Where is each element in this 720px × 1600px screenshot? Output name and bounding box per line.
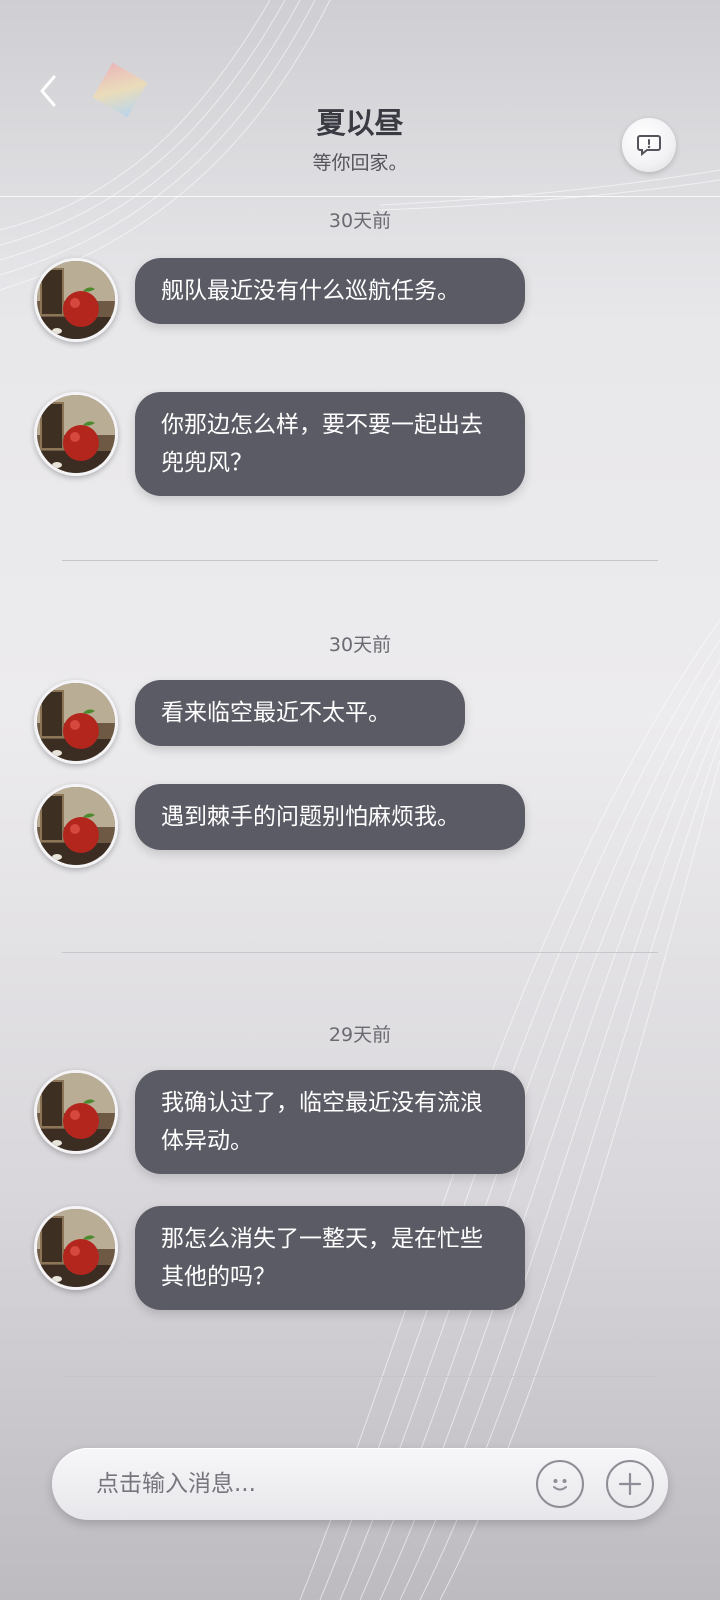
message-bubble[interactable]: 你那边怎么样，要不要一起出去兜兜风？	[135, 392, 525, 496]
apple-avatar-image	[37, 261, 115, 339]
timestamp: 30天前	[328, 210, 392, 232]
message-input[interactable]	[96, 1466, 516, 1502]
avatar[interactable]	[34, 680, 118, 764]
group-divider	[62, 560, 658, 561]
avatar[interactable]	[34, 1070, 118, 1154]
apple-avatar-image	[37, 395, 115, 473]
contact-status: 等你回家。	[312, 152, 408, 174]
add-button[interactable]	[606, 1460, 654, 1508]
contact-name: 夏以昼	[316, 106, 404, 140]
apple-avatar-image	[37, 1073, 115, 1151]
message-bubble[interactable]: 看来临空最近不太平。	[135, 680, 465, 746]
group-divider	[62, 952, 658, 953]
apple-avatar-image	[37, 1209, 115, 1287]
message-bubble[interactable]: 遇到棘手的问题别怕麻烦我。	[135, 784, 525, 850]
timestamp: 30天前	[328, 634, 392, 656]
message-bubble[interactable]: 那怎么消失了一整天，是在忙些其他的吗？	[135, 1206, 525, 1310]
emoji-face-icon	[553, 1479, 567, 1491]
message-composer	[52, 1448, 668, 1520]
avatar[interactable]	[34, 784, 118, 868]
apple-avatar-image	[37, 787, 115, 865]
header-divider	[0, 196, 720, 197]
avatar[interactable]	[34, 1206, 118, 1290]
message-bubble-icon	[637, 135, 661, 157]
header: 夏以昼 等你回家。	[0, 0, 720, 200]
avatar[interactable]	[34, 392, 118, 476]
apple-avatar-image	[37, 683, 115, 761]
timestamp: 29天前	[328, 1024, 392, 1046]
plus-icon	[618, 1472, 642, 1496]
message-bubble[interactable]: 舰队最近没有什么巡航任务。	[135, 258, 525, 324]
group-divider	[62, 1376, 658, 1377]
chat-options-button[interactable]	[622, 118, 676, 172]
emoji-button[interactable]	[536, 1460, 584, 1508]
avatar[interactable]	[34, 258, 118, 342]
message-bubble[interactable]: 我确认过了，临空最近没有流浪体异动。	[135, 1070, 525, 1174]
